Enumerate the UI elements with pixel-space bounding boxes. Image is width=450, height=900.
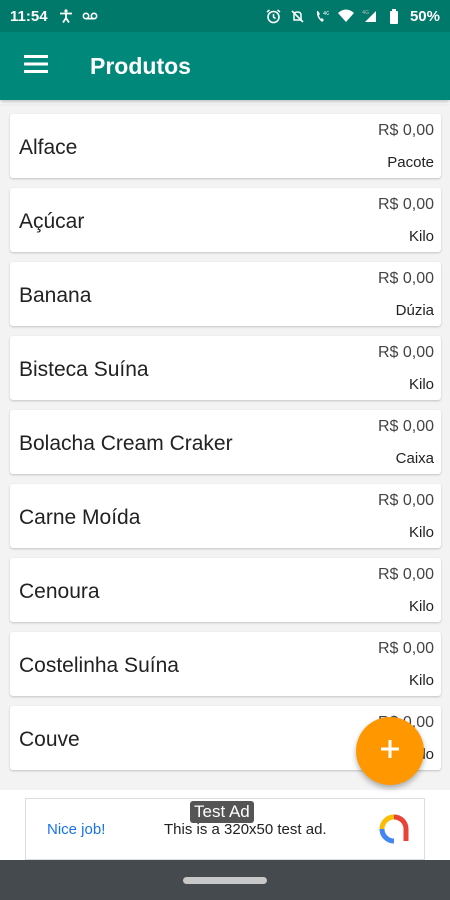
product-price: R$ 0,00	[377, 492, 434, 509]
product-unit: Caixa	[395, 450, 434, 467]
app-bar: Produtos	[0, 32, 450, 100]
product-price: R$ 0,00	[377, 344, 434, 361]
list-item[interactable]: Bisteca Suína R$ 0,00 Kilo	[10, 336, 441, 400]
ad-logo-icon	[378, 813, 410, 845]
product-name: Banana	[19, 284, 92, 307]
mute-icon	[290, 8, 306, 24]
test-ad-badge: Test Ad	[190, 801, 254, 823]
signal-icon: 4G	[362, 8, 378, 24]
list-item[interactable]: Bolacha Cream Craker R$ 0,00 Caixa	[10, 410, 441, 474]
product-unit: Kilo	[408, 376, 434, 393]
product-name: Couve	[19, 728, 80, 751]
battery-level: 50%	[409, 7, 440, 25]
product-name: Carne Moída	[19, 506, 141, 529]
menu-button[interactable]	[0, 32, 72, 100]
ad-text: This is a 320x50 test ad.	[164, 821, 327, 838]
product-price: R$ 0,00	[377, 122, 434, 139]
product-name: Alface	[19, 136, 78, 159]
product-unit: Dúzia	[395, 302, 434, 319]
status-bar: 11:54 4G 4G 50%	[0, 0, 450, 32]
svg-text:4G: 4G	[362, 10, 369, 16]
list-item[interactable]: Costelinha Suína R$ 0,00 Kilo	[10, 632, 441, 696]
page-title: Produtos	[90, 52, 191, 79]
product-unit: Kilo	[408, 524, 434, 541]
svg-text:4G: 4G	[323, 11, 329, 17]
product-name: Bisteca Suína	[19, 358, 149, 381]
product-unit: Kilo	[408, 672, 434, 689]
list-item[interactable]: Banana R$ 0,00 Dúzia	[10, 262, 441, 326]
product-price: R$ 0,00	[377, 640, 434, 657]
ad-nice-text: Nice job!	[47, 821, 106, 838]
product-price: R$ 0,00	[377, 270, 434, 287]
home-gesture-pill[interactable]	[183, 876, 267, 884]
product-price: R$ 0,00	[377, 418, 434, 435]
list-item[interactable]: Açúcar R$ 0,00 Kilo	[10, 188, 441, 252]
product-list[interactable]: Alface R$ 0,00 Pacote Açúcar R$ 0,00 Kil…	[0, 104, 450, 790]
wifi-calling-icon: 4G	[314, 8, 330, 24]
product-unit: Kilo	[408, 598, 434, 615]
list-item[interactable]: Carne Moída R$ 0,00 Kilo	[10, 484, 441, 548]
voicemail-icon	[82, 8, 98, 24]
product-unit: Kilo	[408, 228, 434, 245]
product-name: Cenoura	[19, 580, 100, 603]
product-name: Bolacha Cream Craker	[19, 432, 233, 455]
status-time: 11:54	[10, 7, 48, 25]
add-product-button[interactable]	[356, 717, 424, 785]
alarm-icon	[266, 8, 282, 24]
product-price: R$ 0,00	[377, 196, 434, 213]
product-name: Costelinha Suína	[19, 654, 179, 677]
product-price: R$ 0,00	[377, 566, 434, 583]
plus-icon	[380, 739, 400, 764]
wifi-icon	[337, 8, 354, 24]
navigation-bar	[0, 860, 450, 900]
product-unit: Pacote	[387, 154, 434, 171]
list-item[interactable]: Alface R$ 0,00 Pacote	[10, 114, 441, 178]
battery-icon	[386, 8, 402, 24]
accessibility-icon	[58, 8, 74, 24]
hamburger-menu-icon	[24, 54, 48, 78]
product-name: Açúcar	[19, 210, 85, 233]
list-item[interactable]: Cenoura R$ 0,00 Kilo	[10, 558, 441, 622]
